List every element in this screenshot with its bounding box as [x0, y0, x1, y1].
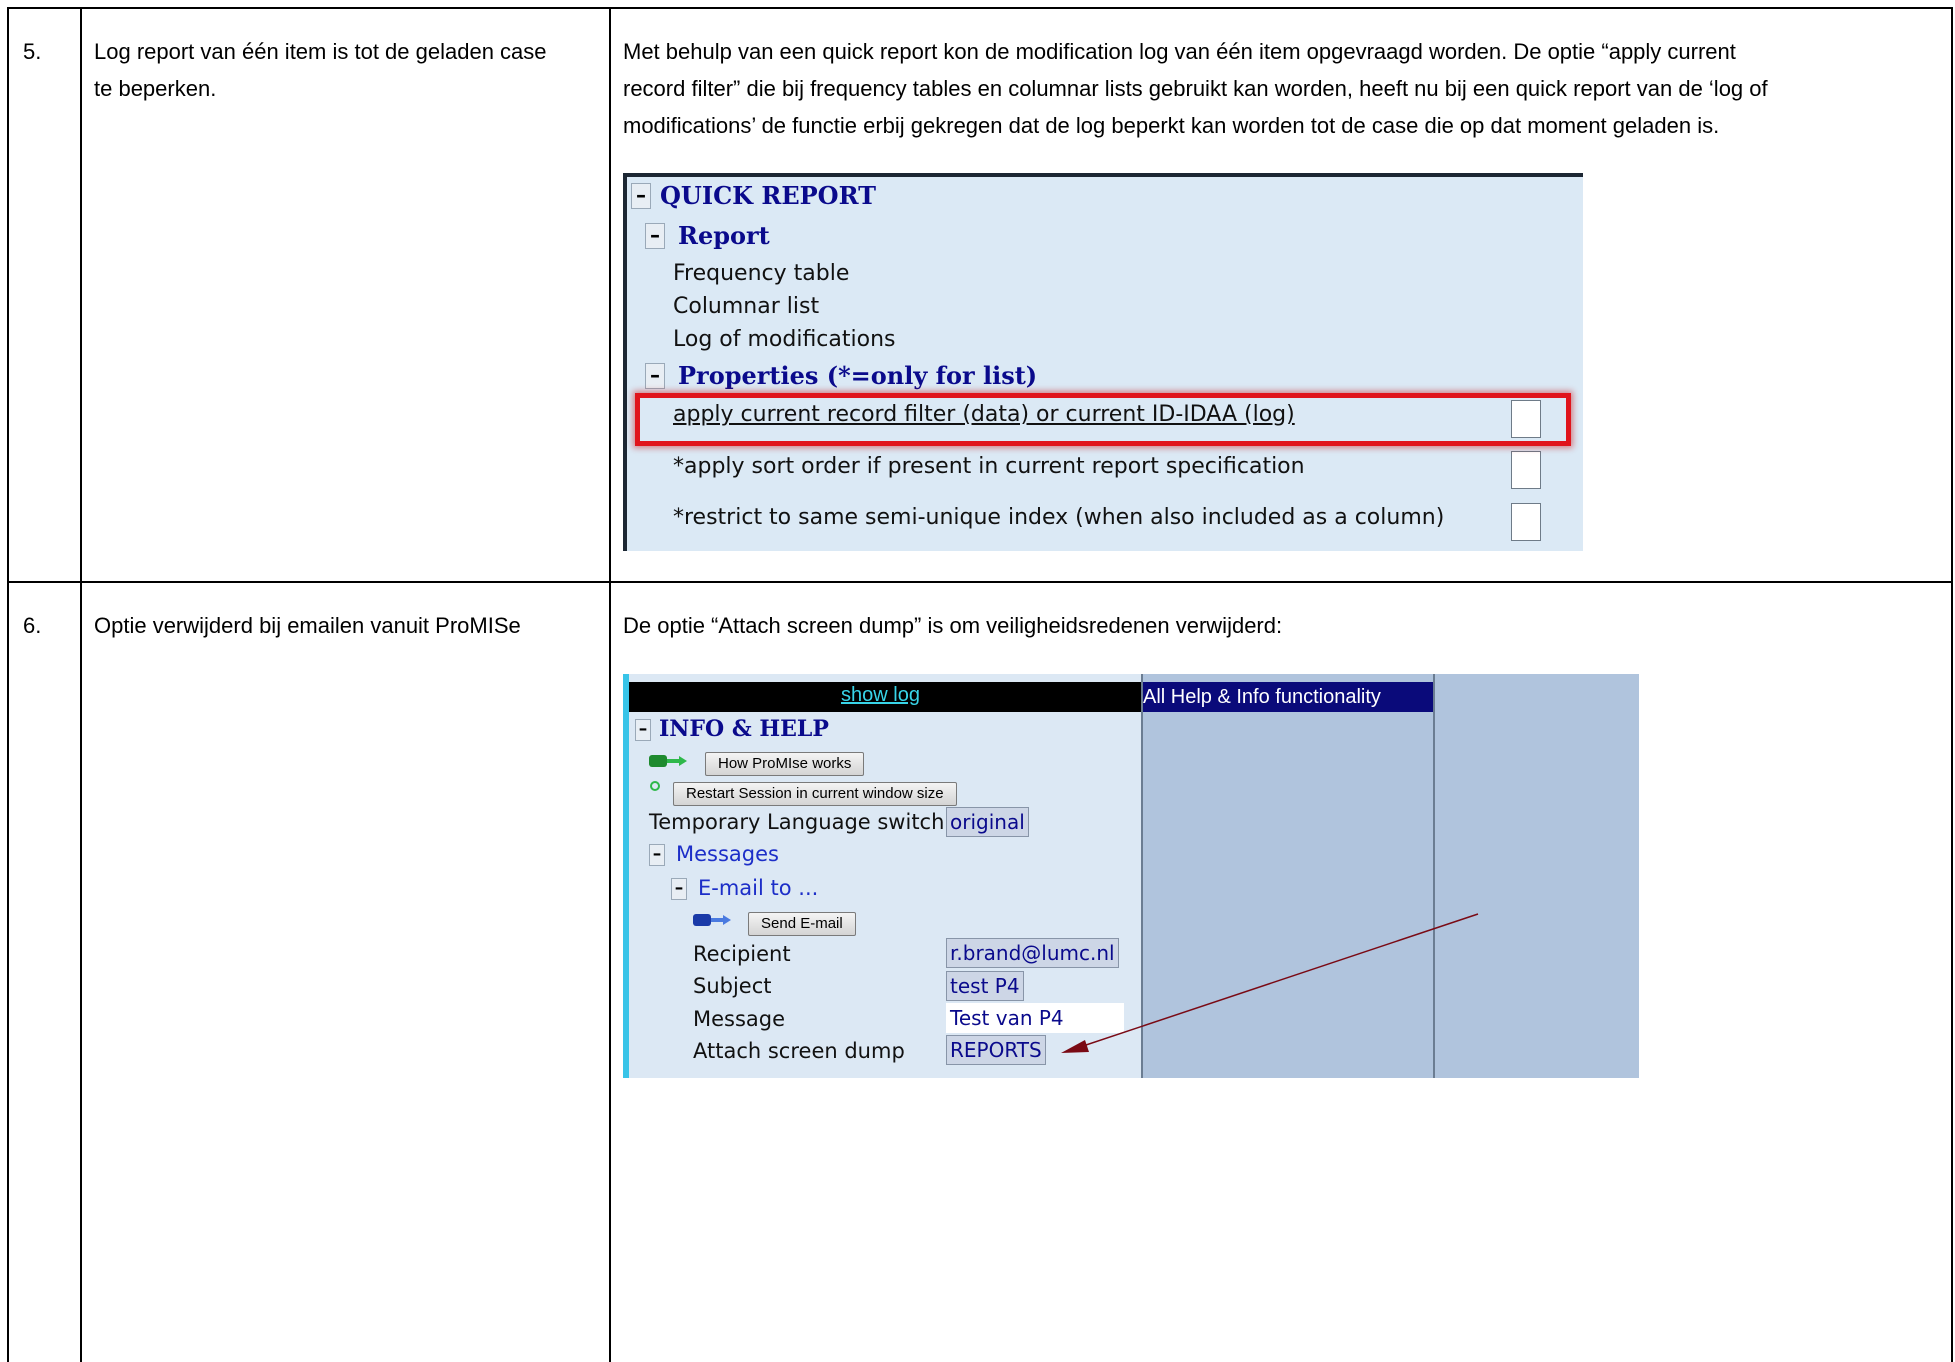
table-top-border [7, 7, 1953, 9]
collapse-icon[interactable]: – [645, 363, 665, 389]
row-description-line: Met behulp van een quick report kon de m… [623, 39, 1736, 64]
top-bar [623, 173, 1583, 177]
row-number: 6. [23, 613, 42, 638]
checkbox-restrict-semi-unique[interactable] [1511, 503, 1541, 541]
row-title-line: Log report van één item is tot de gelade… [94, 39, 547, 64]
highlight-box [635, 393, 1571, 446]
table-left-border [7, 7, 9, 1362]
properties-header: Properties (*=only for list) [678, 361, 1038, 390]
column-divider-2 [609, 7, 611, 1362]
property-restrict-semi-unique: *restrict to same semi-unique index (whe… [673, 505, 1445, 530]
row-description-line: record filter” die bij frequency tables … [623, 76, 1768, 101]
column-divider-1 [80, 7, 82, 1362]
row-description-line: De optie “Attach screen dump” is om veil… [623, 613, 1283, 638]
row-title-line: Optie verwijderd bij emailen vanuit ProM… [94, 613, 521, 638]
report-item-frequency-table[interactable]: Frequency table [673, 261, 849, 286]
report-header: Report [678, 221, 770, 250]
left-bar [623, 173, 627, 551]
row-description-line: modifications’ de functie erbij gekregen… [623, 113, 1720, 138]
row-title-line: te beperken. [94, 76, 217, 101]
info-help-screenshot: show log All Help & Info functionality –… [623, 674, 1639, 1078]
report-item-log-of-modifications[interactable]: Log of modifications [673, 327, 896, 352]
collapse-icon[interactable]: – [631, 183, 651, 209]
row-number: 5. [23, 39, 42, 64]
checkbox-apply-sort-order[interactable] [1511, 451, 1541, 489]
table-right-border [1951, 7, 1953, 1362]
property-apply-sort-order: *apply sort order if present in current … [673, 454, 1305, 479]
report-item-columnar-list[interactable]: Columnar list [673, 294, 819, 319]
quick-report-title: QUICK REPORT [660, 181, 876, 210]
row-divider [7, 581, 1953, 583]
quick-report-screenshot: – QUICK REPORT – Report Frequency table … [623, 173, 1583, 551]
collapse-icon[interactable]: – [645, 223, 665, 249]
annotation-arrow [1061, 913, 1479, 1053]
